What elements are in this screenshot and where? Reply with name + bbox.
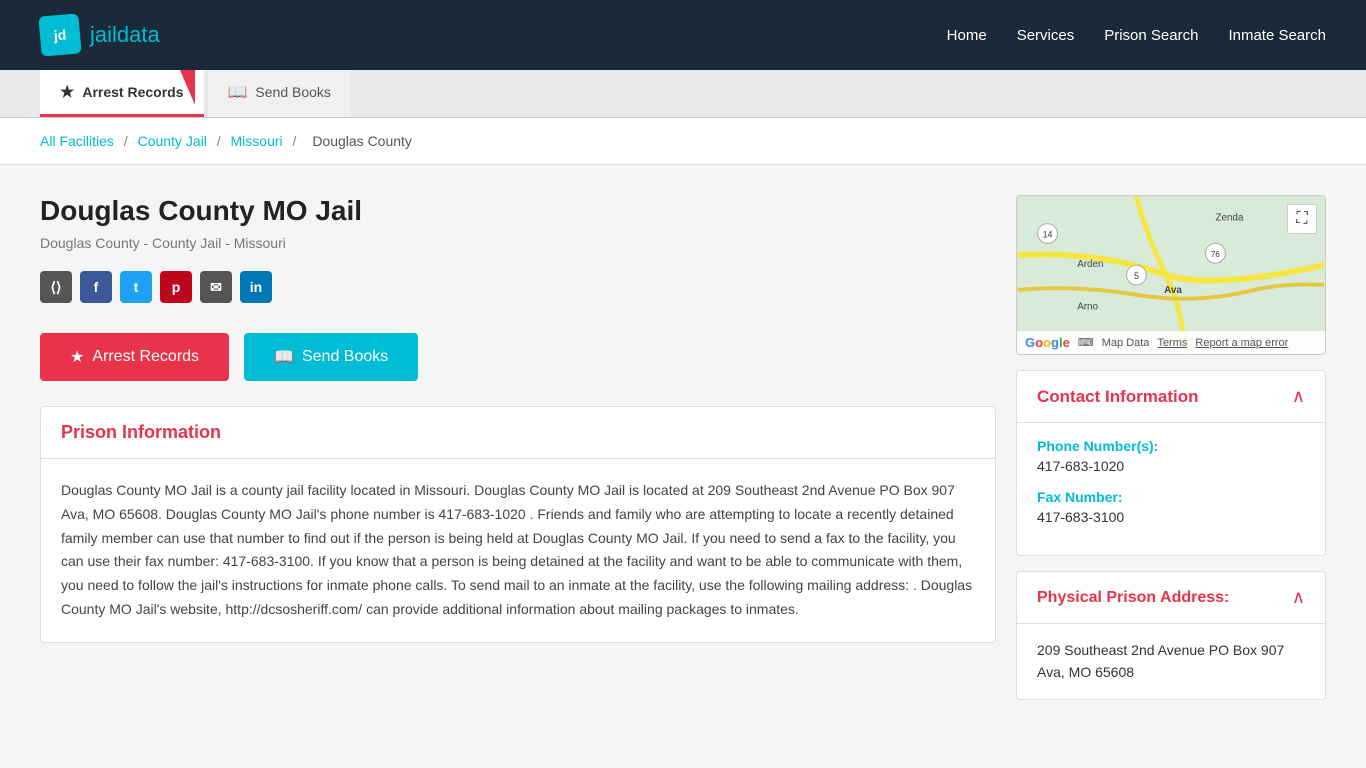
linkedin-button[interactable]: in [240, 271, 272, 303]
breadcrumb-missouri[interactable]: Missouri [231, 133, 283, 149]
report-link[interactable]: Report a map error [1195, 337, 1288, 349]
address-box: Physical Prison Address: ∧ 209 Southeast… [1016, 571, 1326, 700]
map-data-label: Map Data [1102, 337, 1150, 349]
arrest-records-label: Arrest Records [92, 348, 199, 366]
svg-text:76: 76 [1211, 250, 1220, 259]
facebook-icon: f [94, 279, 99, 295]
svg-text:Arno: Arno [1077, 302, 1098, 313]
breadcrumb: All Facilities / County Jail / Missouri … [0, 118, 1366, 165]
fax-label: Fax Number: [1037, 489, 1305, 505]
nav-services[interactable]: Services [1017, 27, 1075, 44]
nav-prison-search[interactable]: Prison Search [1104, 27, 1198, 44]
map-footer: Google ⌨ Map Data Terms Report a map err… [1017, 331, 1325, 354]
pinterest-button[interactable]: p [160, 271, 192, 303]
svg-text:14: 14 [1043, 229, 1053, 239]
twitter-button[interactable]: t [120, 271, 152, 303]
share-button[interactable]: ⟨⟩ [40, 271, 72, 303]
contact-header: Contact Information ∧ [1017, 371, 1325, 423]
email-icon: ✉ [210, 279, 222, 296]
address-body: 209 Southeast 2nd Avenue PO Box 907Ava, … [1017, 624, 1325, 699]
facility-title: Douglas County MO Jail [40, 195, 996, 227]
address-value: 209 Southeast 2nd Avenue PO Box 907Ava, … [1037, 642, 1284, 680]
tab-bar: ★ Arrest Records 📖 Send Books [0, 70, 1366, 118]
tab-arrest-label: Arrest Records [82, 84, 183, 100]
tab-arrest-records[interactable]: ★ Arrest Records [40, 70, 204, 117]
logo-text: jaildata [90, 22, 160, 48]
contact-box: Contact Information ∧ Phone Number(s): 4… [1016, 370, 1326, 556]
send-books-label: Send Books [302, 348, 388, 366]
logo-data: data [117, 22, 160, 47]
address-title: Physical Prison Address: [1037, 589, 1229, 607]
fax-value: 417-683-3100 [1037, 509, 1305, 525]
prison-info-body: Douglas County MO Jail is a county jail … [41, 459, 995, 642]
breadcrumb-current: Douglas County [312, 133, 412, 149]
phone-label: Phone Number(s): [1037, 438, 1305, 454]
book-icon: 📖 [228, 82, 248, 102]
email-button[interactable]: ✉ [200, 271, 232, 303]
phone-value: 417-683-1020 [1037, 458, 1305, 474]
nav-inmate-search[interactable]: Inmate Search [1228, 27, 1326, 44]
svg-text:Zenda: Zenda [1215, 213, 1243, 224]
breadcrumb-all-facilities[interactable]: All Facilities [40, 133, 114, 149]
terms-link[interactable]: Terms [1157, 337, 1187, 349]
map-container: 5 76 14 Zenda Arden Arno Ava ⛶ Google ⌨ … [1016, 195, 1326, 355]
keyboard-icon: ⌨ [1078, 336, 1094, 349]
contact-body: Phone Number(s): 417-683-1020 Fax Number… [1017, 423, 1325, 555]
breadcrumb-county-jail[interactable]: County Jail [138, 133, 207, 149]
contact-title: Contact Information [1037, 387, 1199, 407]
prison-info-text: Douglas County MO Jail is a county jail … [61, 479, 975, 622]
map-expand-button[interactable]: ⛶ [1287, 204, 1317, 234]
prison-info-box: Prison Information Douglas County MO Jai… [40, 406, 996, 643]
content-area: Douglas County MO Jail Douglas County - … [40, 195, 996, 700]
svg-text:Arden: Arden [1077, 259, 1103, 270]
tab-sendbooks-label: Send Books [255, 84, 331, 100]
facility-subtitle: Douglas County - County Jail - Missouri [40, 235, 996, 251]
prison-info-title: Prison Information [61, 422, 975, 443]
arrest-star-icon: ★ [70, 347, 84, 367]
header: jd jaildata Home Services Prison Search … [0, 0, 1366, 70]
logo-jail: jail [90, 22, 117, 47]
nav: Home Services Prison Search Inmate Searc… [947, 27, 1326, 44]
nav-home[interactable]: Home [947, 27, 987, 44]
logo[interactable]: jd jaildata [40, 15, 160, 55]
social-share: ⟨⟩ f t p ✉ in [40, 271, 996, 303]
arrest-records-button[interactable]: ★ Arrest Records [40, 333, 229, 381]
address-chevron-icon[interactable]: ∧ [1292, 587, 1305, 608]
star-icon: ★ [60, 82, 74, 102]
linkedin-icon: in [250, 279, 262, 295]
action-buttons: ★ Arrest Records 📖 Send Books [40, 333, 996, 381]
contact-chevron-icon[interactable]: ∧ [1292, 386, 1305, 407]
prison-info-header: Prison Information [41, 407, 995, 459]
google-logo: Google [1025, 335, 1070, 350]
svg-text:5: 5 [1134, 271, 1139, 281]
twitter-icon: t [134, 279, 139, 295]
logo-icon: jd [38, 13, 81, 56]
address-header: Physical Prison Address: ∧ [1017, 572, 1325, 624]
sidebar: 5 76 14 Zenda Arden Arno Ava ⛶ Google ⌨ … [1016, 195, 1326, 700]
pinterest-icon: p [172, 279, 181, 295]
facebook-button[interactable]: f [80, 271, 112, 303]
tab-send-books[interactable]: 📖 Send Books [208, 70, 351, 117]
send-books-button[interactable]: 📖 Send Books [244, 333, 418, 381]
send-books-icon: 📖 [274, 347, 294, 367]
main-layout: Douglas County MO Jail Douglas County - … [0, 165, 1366, 730]
svg-text:Ava: Ava [1164, 285, 1182, 296]
expand-icon: ⛶ [1296, 210, 1307, 228]
